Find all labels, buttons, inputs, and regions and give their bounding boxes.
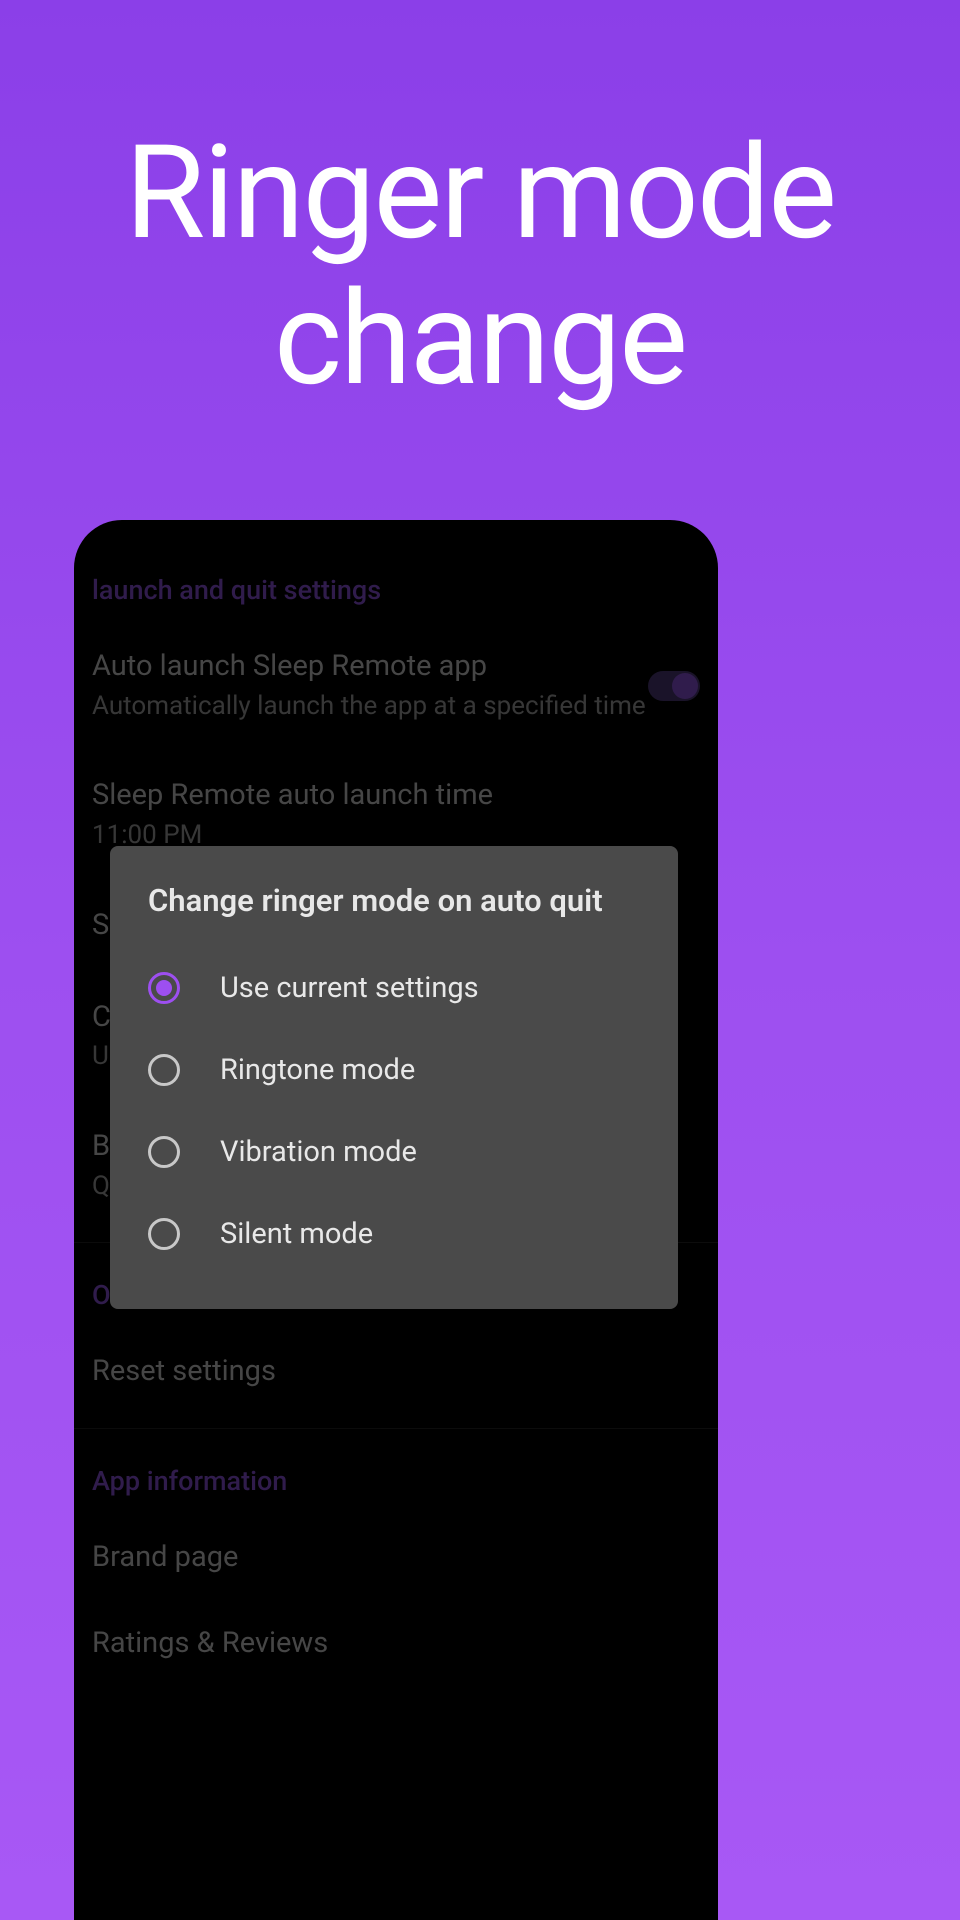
radio-icon <box>148 1054 180 1086</box>
radio-icon <box>148 1136 180 1168</box>
setting-reset-title: Reset settings <box>92 1353 700 1391</box>
setting-launch-time-title: Sleep Remote auto launch time <box>92 777 700 815</box>
radio-icon <box>148 972 180 1004</box>
ringer-mode-dialog: Change ringer mode on auto quit Use curr… <box>110 846 678 1309</box>
radio-label-ringtone: Ringtone mode <box>220 1053 415 1087</box>
divider <box>74 1428 718 1429</box>
setting-brand-page[interactable]: Brand page <box>92 1521 700 1595</box>
setting-brand-page-title: Brand page <box>92 1539 700 1577</box>
setting-auto-launch-subtitle: Automatically launch the app at a specif… <box>92 690 646 724</box>
setting-ratings[interactable]: Ratings & Reviews <box>92 1595 700 1681</box>
radio-label-vibration: Vibration mode <box>220 1135 417 1169</box>
radio-label-current: Use current settings <box>220 971 479 1005</box>
hero-title: Ringer mode change <box>0 0 960 411</box>
setting-ratings-title: Ratings & Reviews <box>92 1625 700 1663</box>
radio-label-silent: Silent mode <box>220 1217 373 1251</box>
radio-icon <box>148 1218 180 1250</box>
radio-option-current[interactable]: Use current settings <box>110 947 678 1029</box>
section-header-launch: launch and quit settings <box>92 558 700 630</box>
hero-title-line2: change <box>0 266 960 412</box>
auto-launch-toggle[interactable] <box>648 671 700 701</box>
setting-auto-launch[interactable]: Auto launch Sleep Remote app Automatical… <box>92 630 700 741</box>
setting-reset[interactable]: Reset settings <box>92 1335 700 1409</box>
dialog-title: Change ringer mode on auto quit <box>110 882 678 947</box>
section-header-app-info: App information <box>92 1449 700 1521</box>
radio-option-silent[interactable]: Silent mode <box>110 1193 678 1275</box>
radio-option-vibration[interactable]: Vibration mode <box>110 1111 678 1193</box>
hero-title-line1: Ringer mode <box>0 120 960 266</box>
radio-option-ringtone[interactable]: Ringtone mode <box>110 1029 678 1111</box>
toggle-knob <box>672 673 698 699</box>
setting-auto-launch-title: Auto launch Sleep Remote app <box>92 648 646 686</box>
